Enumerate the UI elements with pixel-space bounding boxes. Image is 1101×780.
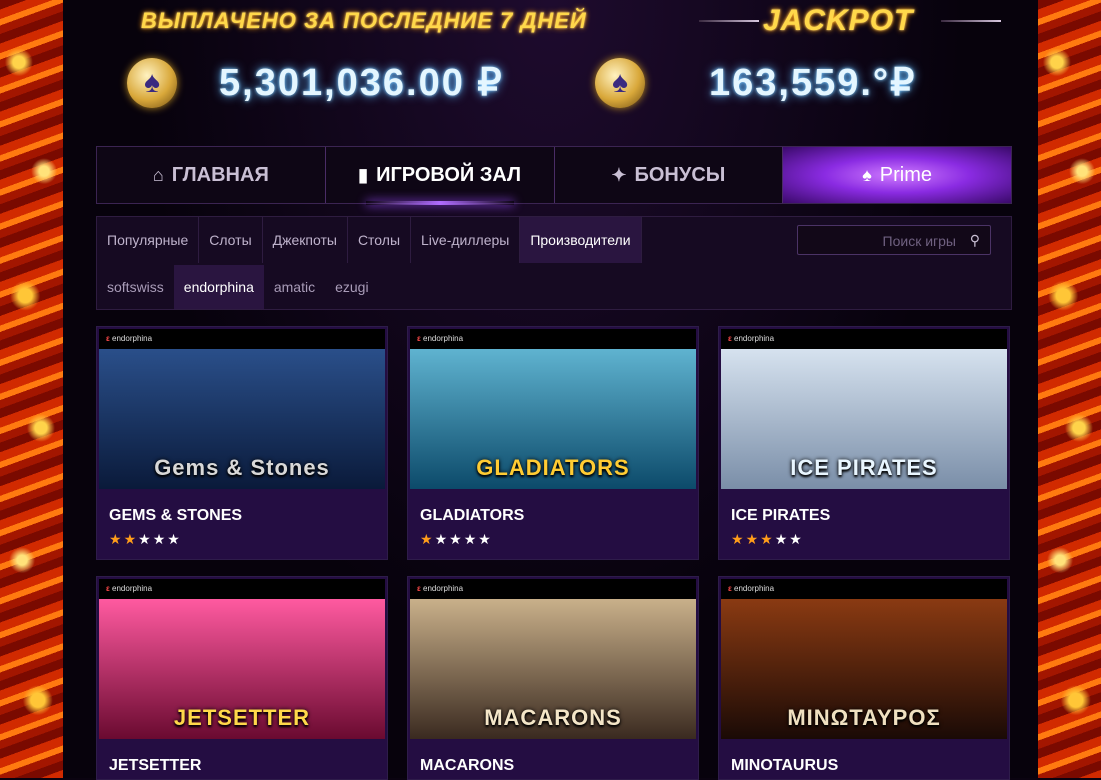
star-icon: ★	[760, 531, 775, 547]
rating-stars: ★★★★★	[109, 531, 182, 548]
game-card[interactable]: endorphina ICE PIRATES ICE PIRATES ★★★★★	[718, 326, 1010, 560]
category-tabs: Популярные Слоты Джекпоты Столы Live-дил…	[97, 217, 642, 263]
search-box: ⚲	[797, 225, 991, 256]
provider-logo: endorphina	[103, 333, 156, 344]
game-card[interactable]: endorphina GLADIATORS GLADIATORS ★★★★★	[407, 326, 699, 560]
tab-providers[interactable]: Производители	[520, 217, 642, 263]
tab-jackpots[interactable]: Джекпоты	[263, 217, 348, 263]
nav-bonuses[interactable]: ✦ БОНУСЫ	[555, 147, 784, 203]
tab-slots[interactable]: Слоты	[199, 217, 263, 263]
main-panel: ВЫПЛАЧЕНО ЗА ПОСЛЕДНИЕ 7 ДНЕЙ JACKPOT ♠ …	[63, 0, 1038, 780]
game-card[interactable]: endorphina MACARONS MACARONS	[407, 576, 699, 780]
search-icon[interactable]: ⚲	[970, 232, 980, 249]
game-art-title: Gems & Stones	[154, 455, 330, 480]
jackpot-amount: 163,559.°₽	[709, 62, 917, 104]
provider-endorphina[interactable]: endorphina	[173, 265, 264, 309]
rating-stars: ★★★★★	[731, 531, 804, 548]
tab-popular[interactable]: Популярные	[97, 217, 200, 263]
game-art: Gems & Stones	[99, 349, 385, 489]
nav-prime[interactable]: ♠ Prime	[783, 147, 1011, 203]
slot-icon: ▮	[358, 164, 369, 185]
star-icon: ★	[434, 531, 450, 547]
divider-line	[699, 20, 759, 22]
provider-logo: endorphina	[414, 333, 467, 344]
tab-tables[interactable]: Столы	[348, 217, 412, 263]
star-icon: ★	[449, 531, 464, 547]
game-title[interactable]: MINOTAURUS	[731, 757, 838, 775]
flame-border-right	[1038, 0, 1101, 778]
search-input[interactable]	[804, 226, 958, 256]
nav-home[interactable]: ⌂ ГЛАВНАЯ	[97, 147, 326, 203]
game-title[interactable]: GEMS & STONES	[109, 507, 242, 525]
game-art: ICE PIRATES	[721, 349, 1007, 489]
star-icon: ★	[167, 531, 182, 547]
game-title[interactable]: MACARONS	[420, 757, 514, 775]
game-art-title: JETSETTER	[173, 705, 311, 730]
nav-label: ГЛАВНАЯ	[171, 163, 269, 186]
flame-border-left	[0, 0, 63, 778]
spade-coin-icon: ♠	[127, 58, 177, 108]
divider-line	[941, 20, 1001, 22]
provider-ezugi[interactable]: ezugi	[325, 265, 378, 309]
game-art-title: ΜΙΝΩΤΑΥΡΟΣ	[787, 705, 941, 730]
star-icon: ★	[109, 531, 124, 547]
category-bar: Популярные Слоты Джекпоты Столы Live-дил…	[96, 216, 1012, 310]
paid-title: ВЫПЛАЧЕНО ЗА ПОСЛЕДНИЕ 7 ДНЕЙ	[141, 8, 587, 33]
provider-softswiss[interactable]: softswiss	[97, 265, 174, 309]
star-icon: ★	[138, 531, 153, 547]
game-art: GLADIATORS	[410, 349, 696, 489]
nav-label: БОНУСЫ	[634, 163, 726, 186]
game-art-title: MACARONS	[484, 705, 622, 730]
game-art: MACARONS	[410, 599, 696, 739]
game-title[interactable]: GLADIATORS	[420, 507, 524, 525]
game-title[interactable]: ICE PIRATES	[731, 507, 830, 525]
game-card[interactable]: endorphina JETSETTER JETSETTER	[96, 576, 388, 780]
game-thumbnail[interactable]: endorphina Gems & Stones	[99, 329, 385, 489]
game-thumbnail[interactable]: endorphina ΜΙΝΩΤΑΥΡΟΣ	[721, 579, 1007, 739]
star-icon: ★	[463, 531, 479, 547]
game-art-title: ICE PIRATES	[790, 455, 938, 480]
star-icon: ★	[152, 531, 168, 547]
nav-label: ИГРОВОЙ ЗАЛ	[376, 163, 522, 186]
game-art: JETSETTER	[99, 599, 385, 739]
star-icon: ★	[123, 531, 139, 547]
provider-logo: endorphina	[414, 583, 467, 594]
nav-game-hall[interactable]: ▮ ИГРОВОЙ ЗАЛ	[326, 147, 555, 205]
game-thumbnail[interactable]: endorphina JETSETTER	[99, 579, 385, 739]
game-art-title: GLADIATORS	[476, 455, 630, 480]
main-nav: ⌂ ГЛАВНАЯ ▮ ИГРОВОЙ ЗАЛ ✦ БОНУСЫ ♠ Prime	[96, 146, 1012, 205]
game-card[interactable]: endorphina Gems & Stones GEMS & STONES ★…	[96, 326, 388, 560]
game-thumbnail[interactable]: endorphina GLADIATORS	[410, 329, 696, 489]
star-icon: ★	[774, 531, 790, 547]
star-icon: ★	[789, 531, 804, 547]
provider-amatic[interactable]: amatic	[264, 265, 325, 309]
nav-label: Prime	[879, 163, 933, 186]
spade-logo-icon: ♠	[862, 164, 872, 185]
star-icon: ★	[745, 531, 761, 547]
game-art: ΜΙΝΩΤΑΥΡΟΣ	[721, 599, 1007, 739]
gift-icon: ✦	[611, 164, 627, 185]
spade-coin-icon: ♠	[595, 58, 645, 108]
star-icon: ★	[420, 531, 435, 547]
game-thumbnail[interactable]: endorphina MACARONS	[410, 579, 696, 739]
jackpot-title: JACKPOT	[763, 4, 914, 37]
star-icon: ★	[478, 531, 493, 547]
game-thumbnail[interactable]: endorphina ICE PIRATES	[721, 329, 1007, 489]
provider-logo: endorphina	[725, 333, 778, 344]
provider-logo: endorphina	[725, 583, 778, 594]
rating-stars: ★★★★★	[420, 531, 493, 548]
provider-tabs: softswiss endorphina amatic ezugi	[97, 265, 379, 309]
home-icon: ⌂	[152, 164, 164, 185]
star-icon: ★	[731, 531, 746, 547]
game-card[interactable]: endorphina ΜΙΝΩΤΑΥΡΟΣ MINOTAURUS	[718, 576, 1010, 780]
game-title[interactable]: JETSETTER	[109, 757, 201, 775]
paid-amount: 5,301,036.00 ₽	[219, 62, 504, 104]
tab-live-dealers[interactable]: Live-диллеры	[411, 217, 521, 263]
provider-logo: endorphina	[103, 583, 156, 594]
